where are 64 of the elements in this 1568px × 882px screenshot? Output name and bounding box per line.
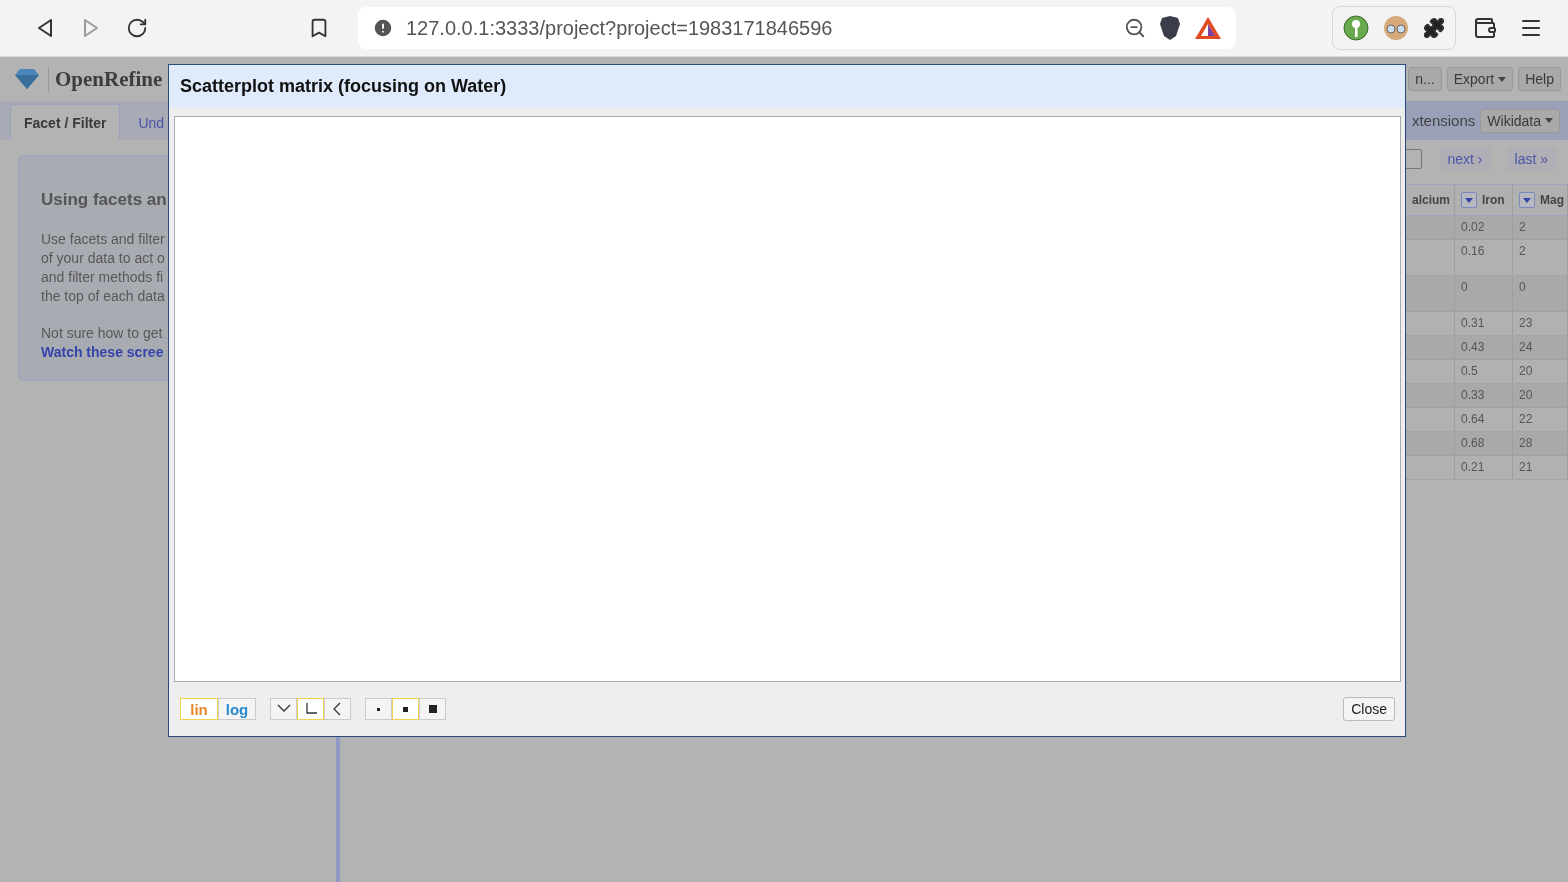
table-cell: 21 [1519, 460, 1533, 474]
key-icon[interactable] [1343, 15, 1369, 41]
table-cell: 0 [1519, 280, 1526, 294]
dot-size-button[interactable] [392, 698, 419, 720]
help-text: and filter methods fi [41, 268, 165, 287]
scale-button[interactable]: log [218, 698, 256, 720]
triangle-icon[interactable] [1194, 16, 1222, 40]
column-header[interactable]: Iron [1455, 185, 1513, 215]
column-menu-button[interactable] [1461, 192, 1477, 208]
table-cell: 0.31 [1461, 316, 1485, 330]
info-icon [372, 17, 394, 39]
table-cell: 0.21 [1461, 460, 1485, 474]
table-cell: 20 [1519, 388, 1533, 402]
rotation-button[interactable] [270, 698, 297, 720]
pager-link[interactable]: last » [1506, 147, 1556, 171]
help-text: the top of each data [41, 287, 166, 306]
table-cell: 2 [1519, 220, 1526, 234]
column-header[interactable]: Mag [1513, 185, 1568, 215]
help-text: of your data to act o [41, 249, 166, 268]
table-cell: 0.33 [1461, 388, 1485, 402]
table-cell: 2 [1519, 244, 1526, 258]
table-cell: 0.02 [1461, 220, 1485, 234]
table-cell: 28 [1519, 436, 1533, 450]
avatar-icon[interactable] [1383, 15, 1409, 41]
column-label: Iron [1482, 193, 1505, 207]
column-menu-button[interactable] [1519, 192, 1535, 208]
diamond-icon [14, 68, 40, 90]
forward-icon [82, 18, 100, 38]
table-cell: 0.43 [1461, 340, 1485, 354]
table-cell: 0.68 [1461, 436, 1485, 450]
help-title: Using facets an [41, 190, 168, 210]
wikidata-button[interactable]: Wikidata [1480, 108, 1560, 133]
table-cell: 0.64 [1461, 412, 1485, 426]
rotation-button[interactable] [297, 698, 324, 720]
panel-tab[interactable]: Facet / Filter [10, 104, 121, 140]
header-button[interactable]: Help [1518, 67, 1561, 91]
close-button[interactable]: Close [1343, 697, 1395, 721]
puzzle-icon[interactable] [1423, 17, 1445, 39]
help-text: Use facets and filter [41, 230, 166, 249]
table-cell: 23 [1519, 316, 1533, 330]
reload-icon [126, 17, 148, 39]
column-label: alcium [1412, 193, 1450, 207]
rotation-button[interactable] [324, 698, 351, 720]
table-cell: 0.16 [1461, 244, 1485, 258]
app-logo: OpenRefine [48, 66, 163, 92]
pager-link[interactable]: next › [1439, 147, 1491, 171]
header-button[interactable]: n... [1408, 67, 1442, 91]
address-bar[interactable]: 127.0.0.1:3333/project?project=1983171846596 [358, 7, 1236, 49]
dot-size-button[interactable] [365, 698, 392, 720]
table-cell: 24 [1519, 340, 1533, 354]
scale-button[interactable]: lin [180, 698, 218, 720]
dot-size-button[interactable] [419, 698, 446, 720]
header-button[interactable]: Export [1446, 67, 1514, 91]
back-icon [36, 18, 54, 38]
zoom-out-icon[interactable] [1124, 17, 1146, 39]
dialog-title: Scatterplot matrix (focusing on Water) [180, 76, 507, 97]
table-cell: 0 [1461, 280, 1468, 294]
panel-tab[interactable]: Und [124, 104, 179, 140]
help-text: Not sure how to get [41, 324, 164, 343]
toolbar-label: xtensions [1411, 112, 1476, 129]
table-cell: 22 [1519, 412, 1533, 426]
table-cell: 20 [1519, 364, 1533, 378]
table-cell: 0.5 [1461, 364, 1478, 378]
column-label: Mag [1540, 193, 1564, 207]
